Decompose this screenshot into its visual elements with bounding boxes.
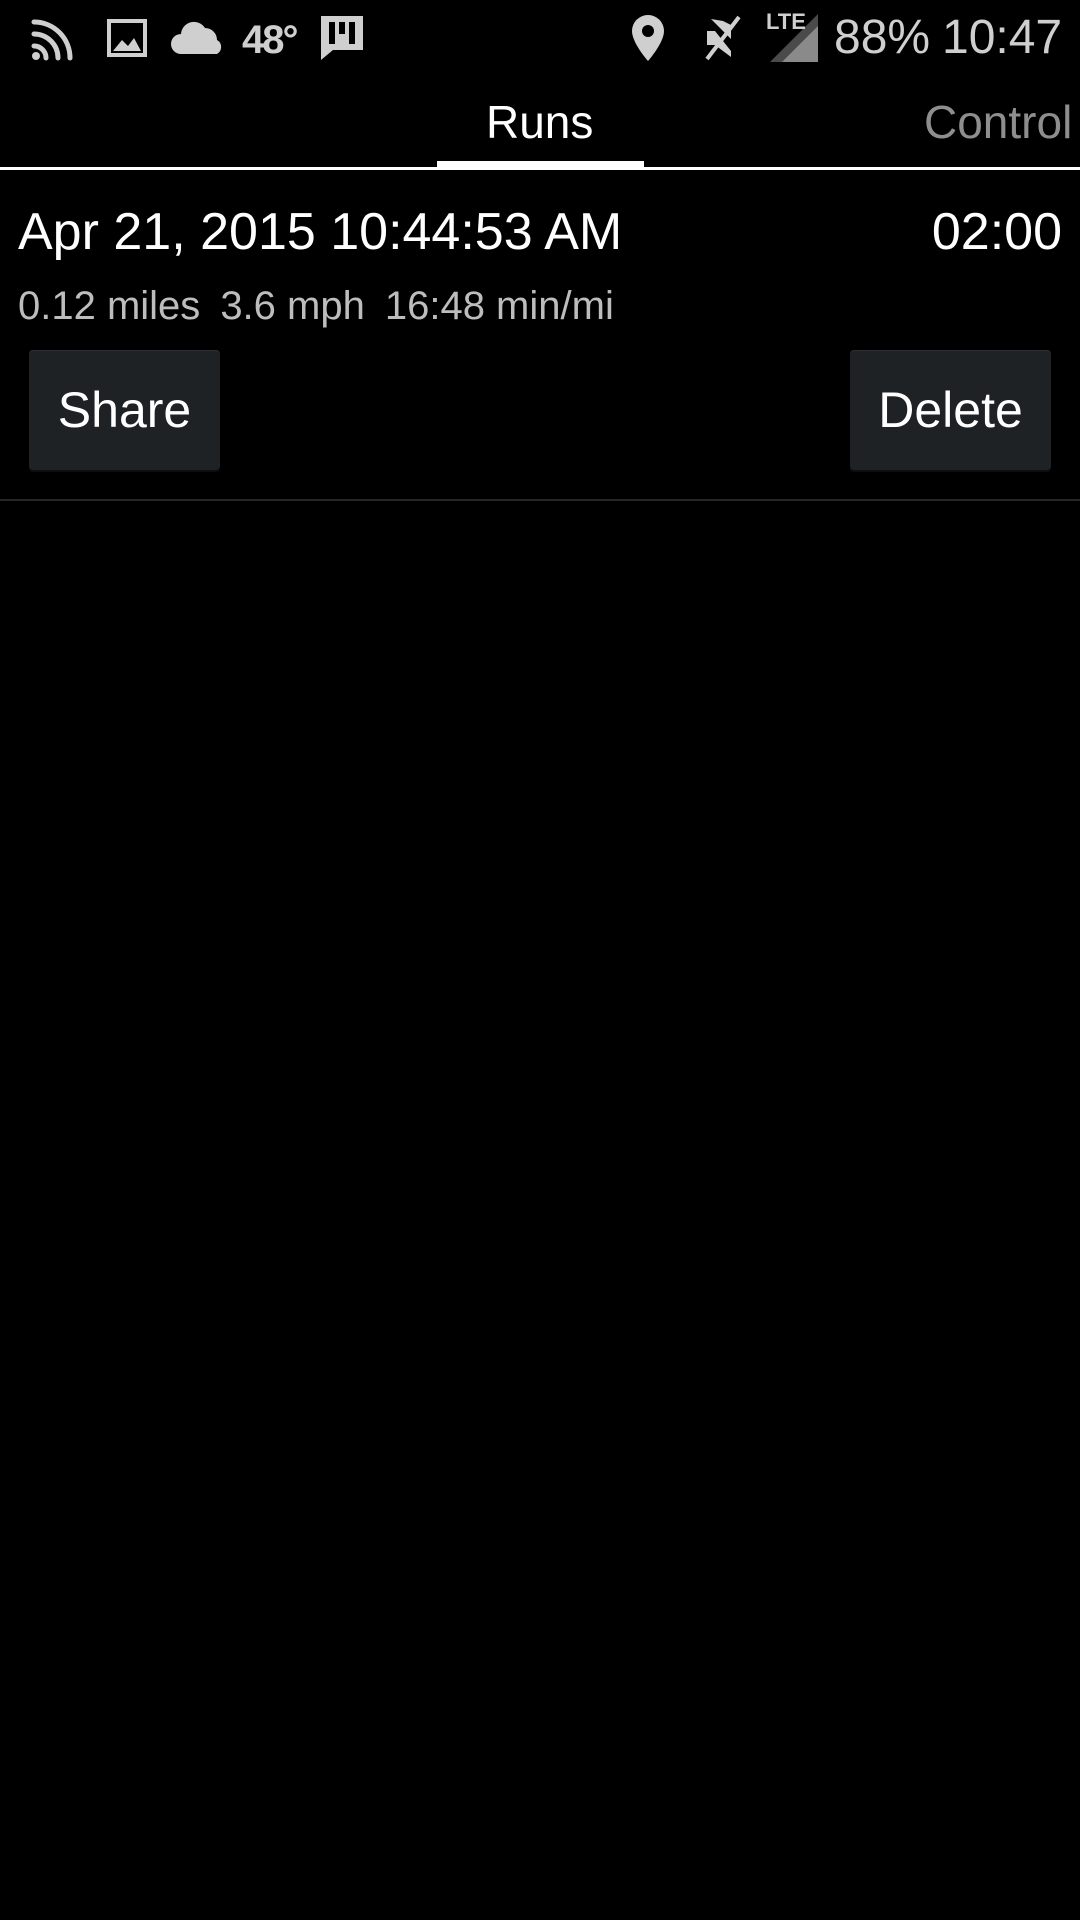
share-button[interactable]: Share (29, 350, 220, 470)
clock-text: 10:47 (942, 11, 1063, 64)
mute-icon (700, 12, 746, 64)
location-icon (628, 12, 668, 64)
image-icon (104, 12, 150, 64)
run-distance: 0.12 miles (18, 284, 201, 328)
status-bar: 48° LTE 88% 10:47 (0, 0, 1080, 76)
news-icon (318, 12, 366, 64)
run-duration: 02:00 (931, 203, 1062, 261)
tab-control[interactable]: Control (924, 94, 1072, 150)
run-speed: 3.6 mph (220, 284, 365, 328)
delete-button[interactable]: Delete (850, 350, 1051, 470)
run-date: Apr 21, 2015 10:44:53 AM (18, 203, 623, 261)
run-pace: 16:48 min/mi (384, 284, 614, 328)
battery-text: 88% (834, 11, 931, 64)
list-divider (0, 499, 1080, 501)
lte-signal-icon: LTE (764, 9, 820, 64)
cloud-icon (168, 12, 228, 64)
temperature-text: 48° (242, 18, 298, 62)
cast-icon (26, 12, 82, 64)
run-stats: 0.12 miles 3.6 mph 16:48 min/mi (18, 282, 634, 330)
network-label: LTE (766, 9, 806, 34)
tab-strip: Runs Control (0, 76, 1080, 170)
tab-runs[interactable]: Runs (486, 94, 593, 150)
run-list-item[interactable]: Apr 21, 2015 10:44:53 AM 02:00 0.12 mile… (0, 170, 1080, 501)
screen: 48° LTE 88% 10:47 Runs Control Apr 21, 2… (0, 0, 1080, 1920)
